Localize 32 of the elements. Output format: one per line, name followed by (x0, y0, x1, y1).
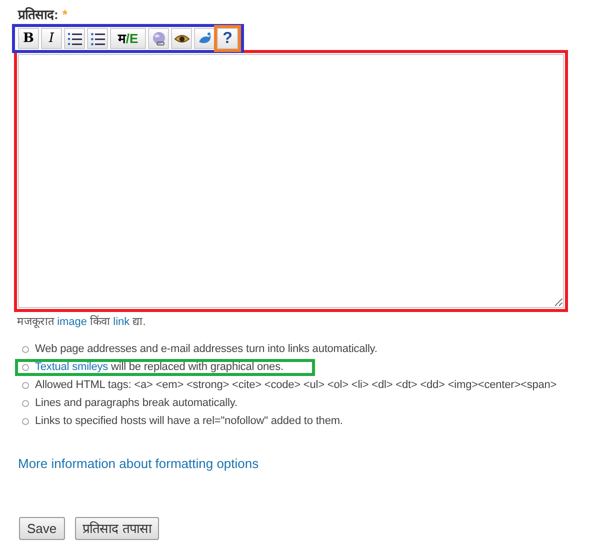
italic-button[interactable]: I (41, 28, 62, 49)
tip-text: Allowed HTML tags: <a> <em> <strong> <cite> <code> <ul> <ol> <li> <dl> <dt> <dd> <img><center><span> (35, 378, 557, 393)
numbered-list-icon (68, 32, 82, 46)
language-toggle-button[interactable]: म/E (110, 28, 146, 49)
preview-button[interactable] (171, 28, 192, 49)
tip-text: Lines and paragraphs break automatically. (35, 396, 238, 411)
bullet-icon (22, 364, 29, 370)
required-mark: * (62, 6, 68, 24)
bold-button[interactable]: B (18, 28, 39, 49)
help-button[interactable]: ? (217, 28, 238, 49)
field-label: प्रतिसाद: (18, 6, 58, 24)
image-button[interactable] (194, 28, 215, 49)
link-button[interactable] (148, 28, 169, 49)
input-hint: मजकूरात image किंवा link द्या. (17, 314, 147, 330)
form-button[interactable]: प्रतिसाद तपासा (74, 517, 160, 540)
hint-link[interactable]: link (113, 316, 130, 328)
bullet-icon (22, 400, 29, 406)
form-button[interactable]: Save (19, 517, 65, 540)
bullet-list-icon (90, 32, 104, 46)
smileys-link[interactable]: Textual smileys (35, 360, 108, 373)
bullet-list-button[interactable] (87, 28, 108, 49)
ordered-list-button[interactable] (64, 28, 85, 49)
bullet-icon (22, 418, 29, 424)
eye-icon (174, 32, 190, 44)
hint-link[interactable]: image (57, 316, 88, 328)
tip-text: Web page addresses and e-mail addresses turn into links automatically. (35, 342, 378, 357)
globe-link-icon (150, 30, 166, 46)
formatting-info-link[interactable]: More information about formatting options (18, 454, 259, 473)
bullet-icon (22, 382, 29, 388)
tip-text: Links to specified hosts will have a rel="nofollow" added to them. (35, 414, 343, 429)
tip-text: Textual smileys will be replaced with graphical ones. (35, 360, 284, 375)
bullet-icon (22, 346, 29, 352)
